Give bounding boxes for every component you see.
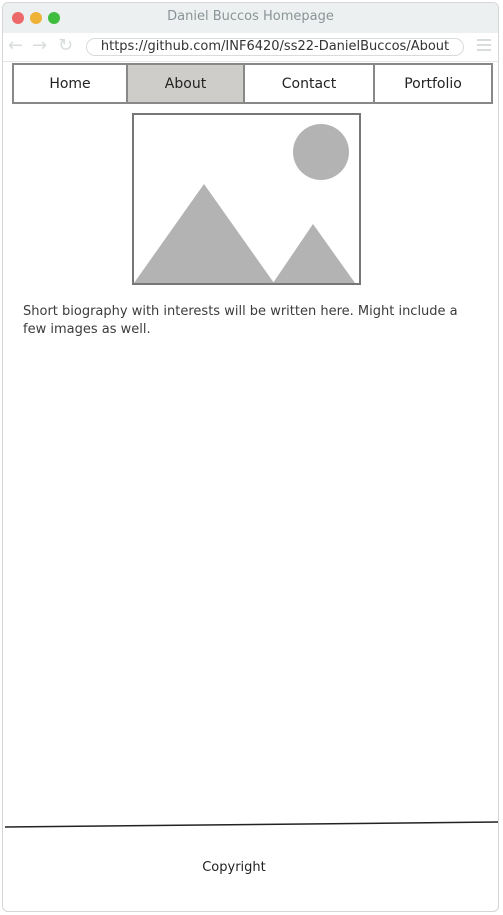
title-bar: Daniel Buccos Homepage [3, 3, 498, 33]
nav-home[interactable]: Home [14, 65, 126, 102]
url-field[interactable]: https://github.com/INF6420/ss22-DanielBu… [86, 38, 464, 56]
site-navbar: Home About Contact Portfolio [12, 63, 493, 104]
image-placeholder-icon [132, 113, 361, 285]
image-placeholder-graphic [134, 124, 355, 283]
nav-contact[interactable]: Contact [243, 65, 373, 102]
forward-arrow-icon[interactable]: → [32, 36, 47, 56]
large-mountain-shape [134, 184, 274, 283]
address-bar: ← → ↻ https://github.com/INF6420/ss22-Da… [3, 33, 498, 62]
nav-portfolio[interactable]: Portfolio [373, 65, 491, 102]
small-mountain-shape [273, 224, 355, 283]
copyright-text: Copyright [202, 860, 266, 875]
footer-divider [4, 821, 498, 828]
browser-window: Daniel Buccos Homepage ← → ↻ https://git… [2, 2, 499, 912]
window-title: Daniel Buccos Homepage [167, 9, 334, 24]
reload-icon[interactable]: ↻ [58, 36, 73, 56]
biography-text: Short biography with interests will be w… [23, 304, 458, 337]
nav-about[interactable]: About [126, 65, 243, 102]
sun-shape [293, 124, 349, 180]
back-arrow-icon[interactable]: ← [8, 36, 23, 56]
hamburger-menu-icon[interactable] [477, 39, 491, 53]
